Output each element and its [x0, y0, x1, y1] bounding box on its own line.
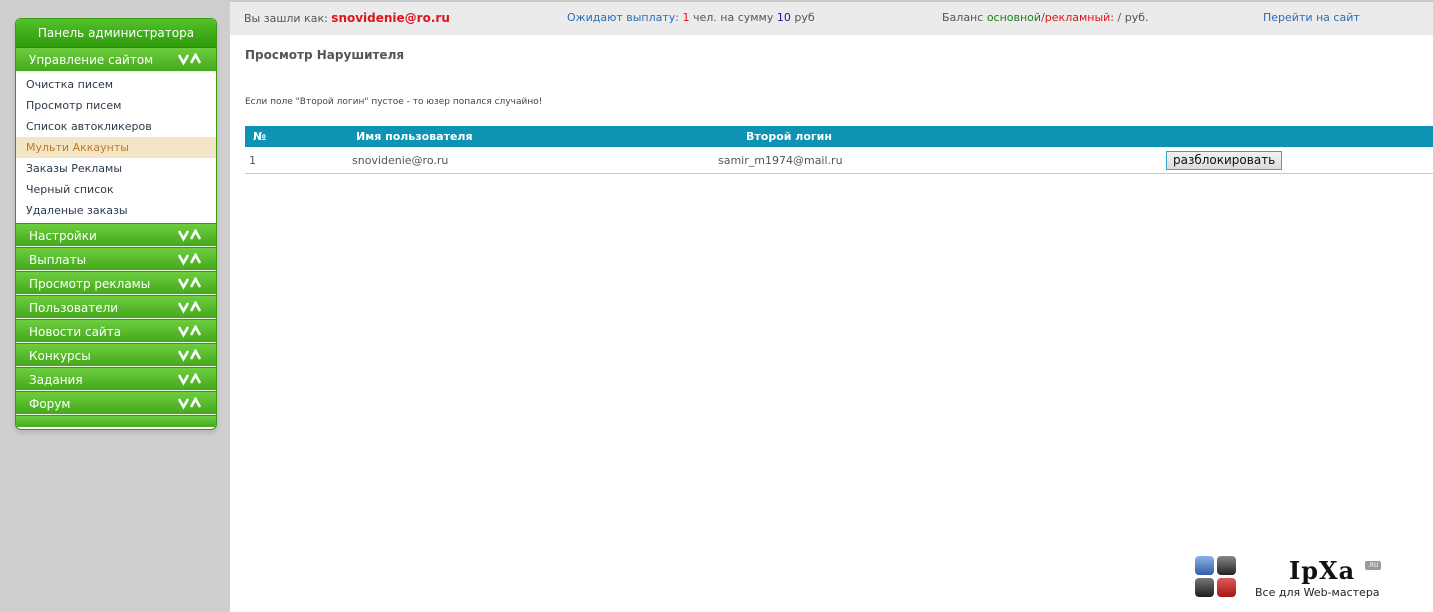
left-column: Панель администратора Управление сайтом … [0, 0, 230, 612]
expand-collapse-chevrons-icon[interactable] [178, 229, 202, 242]
pending-sum: 10 [776, 11, 791, 24]
section-payouts[interactable]: Выплаты [16, 247, 216, 271]
balance-ad: рекламный [1044, 11, 1111, 24]
logo-tld: .RU [1365, 561, 1382, 570]
logged-in-label: Вы зашли как: [244, 12, 328, 25]
pending-label: Ожидают выплату: [567, 11, 679, 24]
violators-table: № Имя пользователя Второй логин 1 snovid… [245, 126, 1433, 174]
col-header-action [1166, 126, 1433, 147]
expand-collapse-chevrons-icon[interactable] [178, 349, 202, 362]
balance-label: Баланс [942, 11, 984, 24]
cell-username: snovidenie@ro.ru [352, 147, 746, 174]
section-label: Пользователи [29, 301, 119, 315]
section-label: Управление сайтом [29, 53, 154, 67]
section-label: Форум [29, 397, 71, 411]
sidebar-item-autoclickers[interactable]: Список автокликеров [16, 116, 216, 137]
pending-mid: чел. на сумму [692, 11, 774, 24]
cell-action: разблокировать [1166, 147, 1433, 174]
admin-panel: Панель администратора Управление сайтом … [15, 18, 217, 430]
section-label: Конкурсы [29, 349, 91, 363]
col-header-second-login: Второй логин [746, 126, 1166, 147]
logged-in-info: Вы зашли как: snovidenie@ro.ru [244, 11, 450, 25]
section-contests[interactable]: Конкурсы [16, 343, 216, 367]
logo-square-blue-icon [1195, 556, 1214, 575]
expand-collapse-chevrons-icon[interactable] [178, 301, 202, 314]
balance-main: основной [986, 11, 1042, 24]
expand-collapse-chevrons-icon[interactable] [178, 277, 202, 290]
section-users[interactable]: Пользователи [16, 295, 216, 319]
username-text: snovidenie@ro.ru [352, 153, 449, 167]
logo-square-dark-icon [1217, 556, 1236, 575]
logged-in-user: snovidenie@ro.ru [331, 11, 450, 25]
expand-collapse-chevrons-icon[interactable] [178, 373, 202, 386]
section-site-news[interactable]: Новости сайта [16, 319, 216, 343]
section-site-management[interactable]: Управление сайтом [16, 48, 216, 72]
section-label: Просмотр рекламы [29, 277, 151, 291]
section-settings[interactable]: Настройки [16, 223, 216, 247]
info-notice: Если поле "Второй логин" пустое - то юзе… [245, 97, 543, 107]
unblock-button[interactable]: разблокировать [1166, 150, 1283, 170]
balance-info: Баланс основной/рекламный: / руб. [942, 11, 1149, 24]
balance-value: / руб. [1117, 11, 1149, 24]
sidebar-item-multi-accounts[interactable]: Мульти Аккаунты [16, 137, 216, 158]
expand-collapse-chevrons-icon[interactable] [178, 53, 202, 66]
top-status-bar: Вы зашли как: snovidenie@ro.ru Ожидают в… [230, 0, 1433, 35]
expand-collapse-chevrons-icon[interactable] [178, 325, 202, 338]
expand-collapse-chevrons-icon[interactable] [178, 397, 202, 410]
ipxa-watermark-logo: IpXa .RU Все для Web-мастера [1195, 556, 1395, 604]
section-label: Задания [29, 373, 83, 387]
col-header-num: № [245, 126, 356, 147]
pending-payouts: Ожидают выплату: 1 чел. на сумму 10 руб [567, 11, 815, 24]
cell-num: 1 [245, 147, 356, 174]
section-ad-view[interactable]: Просмотр рекламы [16, 271, 216, 295]
go-to-site-link[interactable]: Перейти на сайт [1263, 11, 1360, 24]
section-label: Новости сайта [29, 325, 122, 339]
site-management-items: Очистка писем Просмотр писем Список авто… [16, 72, 216, 223]
pending-currency: руб [794, 11, 815, 24]
logo-square-dark-icon [1195, 578, 1214, 597]
admin-panel-footer [16, 415, 216, 427]
logo-square-red-icon [1217, 578, 1236, 597]
table-row: 1 snovidenie@ro.ru samir_m1974@mail.ru р… [245, 147, 1433, 174]
logo-tagline: Все для Web-мастера [1255, 586, 1380, 599]
cell-second-login: samir_m1974@mail.ru [718, 147, 1166, 174]
balance-colon: : [1110, 11, 1115, 24]
table-header-row: № Имя пользователя Второй логин [245, 126, 1433, 147]
admin-panel-title: Панель администратора [16, 19, 216, 48]
pending-count: 1 [682, 11, 690, 24]
sidebar-item-view-mail[interactable]: Просмотр писем [16, 95, 216, 116]
col-header-username: Имя пользователя [356, 126, 746, 147]
sidebar-item-deleted-orders[interactable]: Удаленые заказы [16, 200, 216, 221]
expand-collapse-chevrons-icon[interactable] [178, 253, 202, 266]
logo-brand: IpXa [1289, 556, 1356, 585]
second-login-text: samir_m1974@mail.ru [718, 153, 843, 167]
sidebar-item-clear-mail[interactable]: Очистка писем [16, 74, 216, 95]
section-tasks[interactable]: Задания [16, 367, 216, 391]
page-title: Просмотр Нарушителя [245, 48, 405, 62]
sidebar-item-ad-orders[interactable]: Заказы Рекламы [16, 158, 216, 179]
sidebar-item-blacklist[interactable]: Черный список [16, 179, 216, 200]
section-label: Выплаты [29, 253, 87, 267]
section-label: Настройки [29, 229, 97, 243]
section-forum[interactable]: Форум [16, 391, 216, 415]
